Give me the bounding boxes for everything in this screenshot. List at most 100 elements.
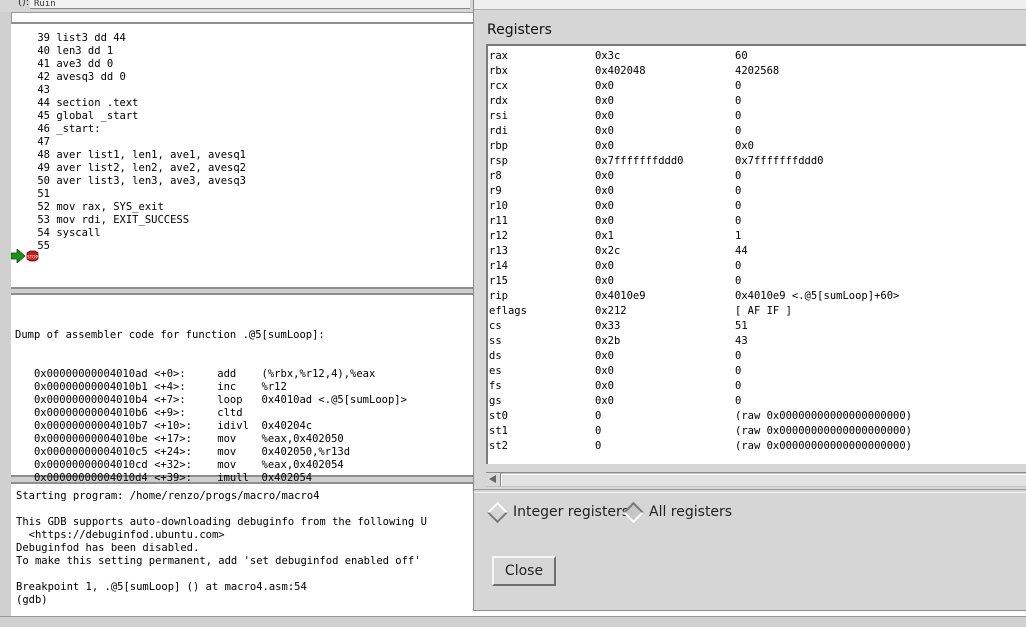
breakpoint-stop-icon[interactable]: STOP [11, 249, 51, 263]
source-line[interactable]: 55 [24, 240, 246, 253]
assembler-line[interactable]: 0x00000000004010cd <+32>: mov %eax,0x402… [15, 459, 407, 472]
register-hex-value: 0x0 [595, 200, 614, 212]
source-line[interactable]: 47 [24, 136, 246, 149]
source-line[interactable]: 52 mov rax, SYS_exit [24, 201, 246, 214]
assembler-line[interactable]: 0x00000000004010b6 <+9>: cltd [15, 407, 407, 420]
register-name: ds [489, 350, 502, 362]
register-row[interactable]: r9 0x0 0 [488, 184, 1026, 199]
register-row[interactable]: st0 0 (raw 0x00000000000000000000) [488, 409, 1026, 424]
assembler-line[interactable]: 0x00000000004010be <+17>: mov %eax,0x402… [15, 433, 407, 446]
scroll-left-icon[interactable] [486, 473, 501, 486]
register-natural-value: 0 [735, 380, 742, 392]
register-row[interactable]: rdx 0x0 0 [488, 94, 1026, 109]
source-text: syscall [56, 227, 101, 239]
source-line[interactable]: 44 section .text [24, 97, 246, 110]
source-line[interactable]: 42 avesq3 dd 0 [24, 71, 246, 84]
source-line[interactable]: 43 [24, 84, 246, 97]
register-row[interactable]: r12 0x1 1 [488, 229, 1026, 244]
console-line: <https://debuginfod.ubuntu.com> [16, 529, 225, 541]
source-line[interactable]: 45 global _start [24, 110, 246, 123]
register-row[interactable]: r10 0x0 0 [488, 199, 1026, 214]
console-line: (gdb) [16, 594, 48, 606]
close-button[interactable]: Close [492, 556, 556, 586]
register-name: st0 [489, 410, 508, 422]
register-hex-value: 0x0 [595, 275, 614, 287]
register-natural-value: 0x4010e9 <.@5[sumLoop]+60> [735, 290, 900, 302]
register-hex-value: 0x2c [595, 245, 621, 257]
machine-code-window[interactable]: Dump of assembler code for function .@5[… [11, 293, 476, 510]
register-row[interactable]: es 0x0 0 [488, 364, 1026, 379]
source-line[interactable]: 50 aver list3, len3, ave3, avesq3 [24, 175, 246, 188]
register-row[interactable]: rip 0x4010e9 0x4010e9 <.@5[sumLoop]+60> [488, 289, 1026, 304]
register-row[interactable]: rcx 0x0 0 [488, 79, 1026, 94]
line-number: 47 [37, 136, 50, 148]
dialog-titlebar[interactable] [474, 0, 1026, 10]
register-name: r14 [489, 260, 508, 272]
source-text: section .text [56, 97, 139, 109]
register-hex-value: 0x212 [595, 305, 627, 317]
assembler-line[interactable]: 0x00000000004010c5 <+24>: mov 0x402050,%… [15, 446, 407, 459]
radio-diamond-icon[interactable] [622, 501, 645, 523]
register-natural-value: (raw 0x00000000000000000000) [735, 410, 913, 422]
source-line[interactable]: 53 mov rdi, EXIT_SUCCESS [24, 214, 246, 227]
register-name: st1 [489, 425, 508, 437]
register-name: rax [489, 50, 508, 62]
register-name: cs [489, 320, 502, 332]
assembler-line[interactable]: 0x00000000004010b4 <+7>: loop 0x4010ad <… [15, 394, 407, 407]
integer-registers-radio[interactable]: Integer registers [484, 501, 629, 523]
register-hex-value: 0 [595, 410, 602, 422]
assembler-line[interactable]: 0x00000000004010b7 <+10>: idivl 0x40204c [15, 420, 407, 433]
line-number: 48 [37, 149, 50, 161]
register-row[interactable]: ss 0x2b 43 [488, 334, 1026, 349]
argument-field[interactable]: Ruin [30, 0, 470, 9]
source-line[interactable]: 41 ave3 dd 0 [24, 58, 246, 71]
register-row[interactable]: fs 0x0 0 [488, 379, 1026, 394]
register-row[interactable]: r11 0x0 0 [488, 214, 1026, 229]
gdb-console[interactable]: Starting program: /home/renzo/progs/macr… [11, 482, 476, 618]
register-row[interactable]: r15 0x0 0 [488, 274, 1026, 289]
register-hex-value: 0x4010e9 [595, 290, 646, 302]
register-row[interactable]: rdi 0x0 0 [488, 124, 1026, 139]
register-name: rip [489, 290, 508, 302]
console-line: This GDB supports auto-downloading debug… [16, 516, 427, 528]
source-line[interactable]: 51 [24, 188, 246, 201]
register-row[interactable]: ds 0x0 0 [488, 349, 1026, 364]
register-name: fs [489, 380, 502, 392]
register-row[interactable]: r14 0x0 0 [488, 259, 1026, 274]
source-line[interactable]: 40 len3 dd 1 [24, 45, 246, 58]
source-line[interactable]: 54 syscall [24, 227, 246, 240]
register-hex-value: 0x33 [595, 320, 621, 332]
registers-list[interactable]: rax 0x3c 60 rbx 0x402048 4202568 rcx 0x0 0 rdx 0x0… [486, 44, 1026, 464]
source-line[interactable]: 48 aver list1, len1, ave1, avesq1 [24, 149, 246, 162]
register-row[interactable]: gs 0x0 0 [488, 394, 1026, 409]
register-row[interactable]: rbp 0x0 0x0 [488, 139, 1026, 154]
register-row[interactable]: rax 0x3c 60 [488, 49, 1026, 64]
line-number: 45 [37, 110, 50, 122]
register-row[interactable]: rsp 0x7fffffffddd0 0x7fffffffddd0 [488, 154, 1026, 169]
source-line[interactable]: 46 _start: [24, 123, 246, 136]
assembler-line[interactable]: 0x00000000004010ad <+0>: add (%rbx,%r12,… [15, 368, 407, 381]
register-row[interactable]: st1 0 (raw 0x00000000000000000000) [488, 424, 1026, 439]
all-registers-radio[interactable]: All registers [620, 501, 732, 523]
radio-diamond-icon[interactable] [486, 501, 509, 523]
register-row[interactable]: rsi 0x0 0 [488, 109, 1026, 124]
register-row[interactable]: r8 0x0 0 [488, 169, 1026, 184]
register-hex-value: 0x3c [595, 50, 621, 62]
register-hex-value: 0 [595, 425, 602, 437]
register-natural-value: 0 [735, 80, 742, 92]
horizontal-scrollbar[interactable] [486, 472, 1026, 487]
register-row[interactable]: eflags 0x212 [ AF IF ] [488, 304, 1026, 319]
source-line[interactable]: 49 aver list2, len2, ave2, avesq2 [24, 162, 246, 175]
register-name: eflags [489, 305, 527, 317]
register-natural-value: (raw 0x00000000000000000000) [735, 425, 913, 437]
register-row[interactable]: cs 0x33 51 [488, 319, 1026, 334]
register-row[interactable]: st2 0 (raw 0x00000000000000000000) [488, 439, 1026, 454]
register-row[interactable]: rbx 0x402048 4202568 [488, 64, 1026, 79]
register-natural-value: 0 [735, 395, 742, 407]
register-row[interactable]: r13 0x2c 44 [488, 244, 1026, 259]
source-window[interactable]: 39 list3 dd 44 40 len3 dd 1 41 ave3 dd 0 42… [11, 22, 476, 289]
source-line[interactable]: 39 list3 dd 44 [24, 32, 246, 45]
scrollbar-thumb[interactable] [501, 474, 1026, 486]
assembler-line[interactable]: 0x00000000004010b1 <+4>: inc %r12 [15, 381, 407, 394]
